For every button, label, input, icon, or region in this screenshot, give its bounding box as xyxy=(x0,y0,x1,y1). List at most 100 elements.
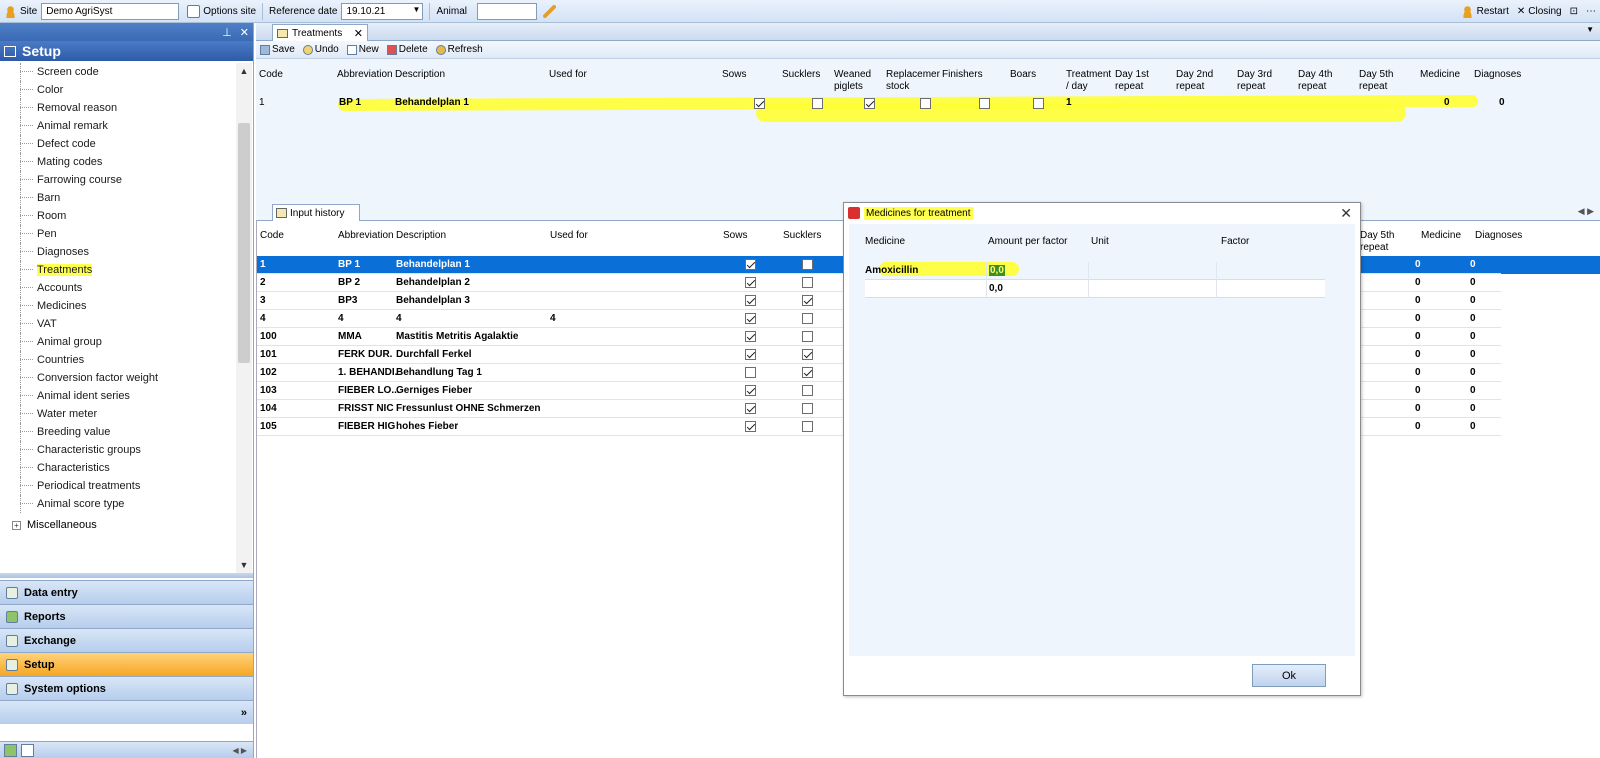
tab-list-dropdown-icon[interactable]: ▼ xyxy=(1586,25,1594,34)
close-tab-icon[interactable]: ✕ xyxy=(354,27,363,40)
tree-item-room[interactable]: Room xyxy=(2,207,236,225)
col-header-abbreviation[interactable]: Abbreviation xyxy=(337,69,393,81)
cell-diagnoses[interactable]: 0 xyxy=(1470,382,1476,400)
reference-date-field[interactable]: 19.10.21 ▼ xyxy=(341,2,424,20)
col-header-day5-repeat[interactable]: Day 5th repeat xyxy=(1359,69,1393,93)
cell-code[interactable]: 103 xyxy=(260,382,277,400)
col-header-day3-repeat[interactable]: Day 3rd repeat xyxy=(1237,69,1272,93)
cell-unit[interactable] xyxy=(1089,262,1217,280)
checkbox-sows[interactable] xyxy=(745,295,756,306)
cell-description[interactable]: Behandelplan 3 xyxy=(396,292,470,310)
cell-abbreviation[interactable]: FRISST NIC xyxy=(338,400,394,418)
col-header-description[interactable]: Description xyxy=(396,230,446,242)
cell-diagnoses[interactable]: 0 xyxy=(1470,400,1476,418)
col-header-weaned-piglets[interactable]: Weaned piglets xyxy=(834,69,871,93)
close-icon[interactable]: ✕ xyxy=(1340,205,1352,222)
cell-medicine[interactable]: 0 xyxy=(1415,418,1421,436)
col-header-finishers[interactable]: Finishers xyxy=(942,69,983,81)
search-animal-icon[interactable] xyxy=(543,4,557,18)
checkbox-sows[interactable] xyxy=(745,421,756,432)
checkbox-boars[interactable] xyxy=(1033,98,1044,109)
document-mini-icon[interactable] xyxy=(21,743,34,757)
col-header-unit[interactable]: Unit xyxy=(1091,236,1109,247)
cell-factor[interactable] xyxy=(1217,280,1325,298)
checkbox-sows[interactable] xyxy=(745,277,756,288)
col-header-abbreviation[interactable]: Abbreviation xyxy=(338,230,394,242)
checkbox-sows[interactable] xyxy=(745,259,756,270)
cell-diagnoses[interactable]: 0 xyxy=(1470,310,1476,328)
checkbox-sucklers[interactable] xyxy=(802,349,813,360)
cell-medicine[interactable]: Amoxicillin xyxy=(865,262,987,280)
tree-item-medicines[interactable]: Medicines xyxy=(2,297,236,315)
col-header-sucklers[interactable]: Sucklers xyxy=(782,69,820,81)
cell-medicine[interactable]: 0 xyxy=(1415,382,1421,400)
tree-item-barn[interactable]: Barn xyxy=(2,189,236,207)
col-header-medicine[interactable]: Medicine xyxy=(1421,230,1461,242)
cell-amount[interactable]: 0,0 xyxy=(987,280,1089,298)
nav-system-options[interactable]: System options xyxy=(0,676,253,700)
scroll-up-icon[interactable]: ▲ xyxy=(236,63,252,79)
nav-exchange[interactable]: Exchange xyxy=(0,628,253,652)
scroll-down-icon[interactable]: ▼ xyxy=(236,557,252,573)
tree-item-miscellaneous[interactable]: + Miscellaneous xyxy=(2,516,236,534)
cell-description[interactable]: Behandelplan 1 xyxy=(396,256,470,274)
cell-medicine[interactable]: 0 xyxy=(1415,256,1421,274)
tree-item-animal-score-type[interactable]: Animal score type xyxy=(2,495,236,513)
cell-abbreviation[interactable]: BP 1 xyxy=(339,94,361,112)
cell-description[interactable]: hohes Fieber xyxy=(396,418,458,436)
cell-diagnoses[interactable]: 0 xyxy=(1470,418,1476,436)
col-header-medicine[interactable]: Medicine xyxy=(865,236,905,247)
cell-abbreviation[interactable]: FERK DUR. xyxy=(338,346,392,364)
cell-code[interactable]: 105 xyxy=(260,418,277,436)
col-header-diagnoses[interactable]: Diagnoses xyxy=(1474,69,1521,81)
cell-code[interactable]: 104 xyxy=(260,400,277,418)
cell-code[interactable]: 102 xyxy=(260,364,277,382)
tree-scrollbar[interactable]: ▲ ▼ xyxy=(236,63,252,573)
tree-item-pen[interactable]: Pen xyxy=(2,225,236,243)
col-header-sows[interactable]: Sows xyxy=(723,230,747,242)
cell-abbreviation[interactable]: BP 1 xyxy=(338,256,360,274)
cell-unit[interactable] xyxy=(1089,280,1217,298)
checkbox-sows[interactable] xyxy=(754,98,765,109)
cell-code[interactable]: 1 xyxy=(259,94,265,112)
cell-diagnoses[interactable]: 0 xyxy=(1470,256,1476,274)
checkbox-weaned-piglets[interactable] xyxy=(864,98,875,109)
cell-medicine[interactable]: 0 xyxy=(1415,400,1421,418)
col-header-code[interactable]: Code xyxy=(259,69,283,81)
medicine-row[interactable]: Amoxicillin 0,0 xyxy=(865,262,1325,280)
checkbox-sows[interactable] xyxy=(745,313,756,324)
checkbox-sucklers[interactable] xyxy=(802,295,813,306)
site-field[interactable]: Demo AgriSyst xyxy=(41,2,180,20)
nav-overflow[interactable]: » xyxy=(0,700,253,724)
cell-code[interactable]: 2 xyxy=(260,274,266,292)
cell-description[interactable]: Fressunlust OHNE Schmerzen xyxy=(396,400,540,418)
cell-diagnoses[interactable]: 0 xyxy=(1470,364,1476,382)
cell-description[interactable]: 4 xyxy=(396,310,402,328)
cell-code[interactable]: 100 xyxy=(260,328,277,346)
tree-item-water-meter[interactable]: Water meter xyxy=(2,405,236,423)
cell-medicine[interactable]: 0 xyxy=(1415,310,1421,328)
tree-item-farrowing-course[interactable]: Farrowing course xyxy=(2,171,236,189)
col-header-sows[interactable]: Sows xyxy=(722,69,746,81)
nav-data-entry[interactable]: Data entry xyxy=(0,580,253,604)
expand-icon[interactable]: + xyxy=(12,520,21,530)
cell-abbreviation[interactable]: BP3 xyxy=(338,292,357,310)
col-header-day2-repeat[interactable]: Day 2nd repeat xyxy=(1176,69,1213,93)
new-button[interactable]: New xyxy=(346,44,379,55)
cell-code[interactable]: 1 xyxy=(260,256,266,274)
cell-medicine[interactable] xyxy=(865,280,987,298)
cell-diagnoses[interactable]: 0 xyxy=(1470,346,1476,364)
nav-setup[interactable]: Setup xyxy=(0,652,253,676)
tree-item-color[interactable]: Color xyxy=(2,81,236,99)
cell-medicine[interactable]: 0 xyxy=(1415,346,1421,364)
nav-reports[interactable]: Reports xyxy=(0,604,253,628)
site-selector[interactable]: Site Demo AgriSyst xyxy=(0,0,183,23)
delete-button[interactable]: Delete xyxy=(386,44,428,55)
tree-item-animal-group[interactable]: Animal group xyxy=(2,333,236,351)
undo-button[interactable]: Undo xyxy=(302,44,339,55)
cell-description[interactable]: Behandlung Tag 1 xyxy=(396,364,482,382)
tree-item-mating-codes[interactable]: Mating codes xyxy=(2,153,236,171)
col-header-treatment-per-day[interactable]: Treatment / day xyxy=(1066,69,1111,93)
reports-mini-icon[interactable] xyxy=(4,743,17,757)
tab-input-history[interactable]: Input history xyxy=(272,204,360,221)
